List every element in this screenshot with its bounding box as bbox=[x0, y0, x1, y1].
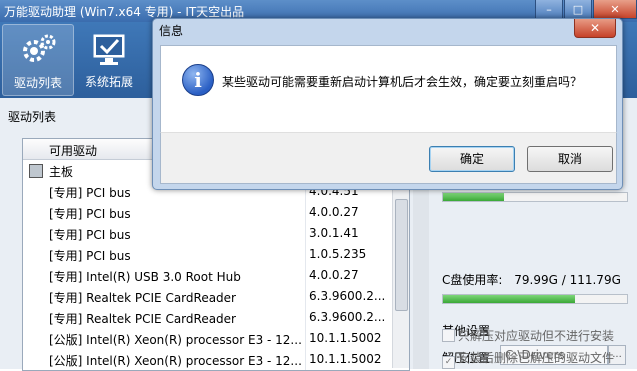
minimize-button[interactable]: – bbox=[535, 0, 563, 19]
dialog-close-button[interactable]: ✕ bbox=[574, 19, 616, 38]
column-separator bbox=[305, 244, 306, 265]
table-row[interactable]: [专用] PCI bus 4.0.0.27 bbox=[23, 202, 403, 223]
disk-usage-fill bbox=[443, 295, 576, 303]
column-separator bbox=[305, 265, 306, 286]
column-available-drivers: 可用驱动 bbox=[49, 144, 98, 158]
dialog-body: i 某些驱动可能需要重新启动计算机后才会生效，确定要立刻重启吗？ bbox=[160, 45, 617, 133]
driver-version: 3.0.1.41 bbox=[309, 226, 359, 240]
cancel-button[interactable]: 取消 bbox=[527, 146, 613, 172]
table-row[interactable]: [专用] Intel(R) USB 3.0 Root Hub 4.0.0.27 bbox=[23, 265, 403, 286]
option-extract-only-label: 只解压对应驱动但不进行安装 bbox=[458, 329, 615, 343]
disk-usage-value: 79.99G / 111.79G bbox=[514, 273, 621, 287]
driver-version: 4.0.0.27 bbox=[309, 205, 359, 219]
column-separator bbox=[305, 328, 306, 349]
dialog-footer: 确定 取消 bbox=[160, 132, 617, 184]
toolbar-system-extend[interactable]: 系统拓展 bbox=[74, 24, 144, 94]
scrollbar-thumb[interactable] bbox=[395, 199, 408, 311]
usage-progress-bar bbox=[442, 192, 628, 202]
group-toggle-icon[interactable] bbox=[29, 164, 43, 178]
column-separator bbox=[305, 223, 306, 244]
disk-usage: C盘使用率: 79.99G / 111.79G bbox=[442, 271, 621, 288]
table-row[interactable]: [专用] Realtek PCIE CardReader 6.3.9600.2..… bbox=[23, 307, 403, 328]
driver-name: [专用] Intel(R) USB 3.0 Root Hub bbox=[49, 270, 241, 284]
toolbar-system-extend-label: 系统拓展 bbox=[84, 75, 133, 89]
gear-icon bbox=[23, 34, 56, 62]
checkbox-delete-after[interactable]: ✓ bbox=[442, 356, 455, 369]
driver-name: [专用] PCI bus bbox=[49, 249, 131, 263]
table-row[interactable]: [公版] Intel(R) Xeon(R) processor E3 - 12.… bbox=[23, 328, 403, 349]
disk-usage-bar bbox=[442, 294, 628, 304]
section-title: 驱动列表 bbox=[8, 110, 57, 124]
column-separator bbox=[305, 349, 306, 370]
driver-name: [专用] Realtek PCIE CardReader bbox=[49, 291, 236, 305]
table-row[interactable]: [专用] PCI bus 3.0.1.41 bbox=[23, 223, 403, 244]
driver-version: 6.3.9600.2... bbox=[309, 310, 386, 324]
table-row[interactable]: [专用] Realtek PCIE CardReader 6.3.9600.2..… bbox=[23, 286, 403, 307]
info-icon: i bbox=[182, 64, 214, 96]
column-separator bbox=[305, 286, 306, 307]
driver-version: 6.3.9600.2... bbox=[309, 289, 386, 303]
table-row[interactable]: [公版] Intel(R) Xeon(R) processor E3 - 12.… bbox=[23, 349, 403, 370]
driver-version: 1.0.5.235 bbox=[309, 247, 367, 261]
dialog-message: 某些驱动可能需要重新启动计算机后才会生效，确定要立刻重启吗？ bbox=[222, 75, 583, 89]
toolbar-driver-list[interactable]: 驱动列表 bbox=[2, 24, 74, 96]
driver-version: 4.0.0.27 bbox=[309, 268, 359, 282]
driver-version: 10.1.1.5002 bbox=[309, 352, 382, 366]
table-row[interactable]: [专用] PCI bus 1.0.5.235 bbox=[23, 244, 403, 265]
option-delete-after-label: 安装后删除已解压的驱动文件 bbox=[458, 351, 615, 365]
option-delete-after[interactable]: ✓ 安装后删除已解压的驱动文件 bbox=[442, 349, 614, 369]
option-extract-only[interactable]: 只解压对应驱动但不进行安装 bbox=[442, 327, 614, 344]
column-separator bbox=[305, 202, 306, 223]
driver-version: 10.1.1.5002 bbox=[309, 331, 382, 345]
column-separator bbox=[305, 307, 306, 328]
usage-progress-fill bbox=[443, 193, 504, 201]
driver-name: [专用] Realtek PCIE CardReader bbox=[49, 312, 236, 326]
driver-name: [专用] PCI bus bbox=[49, 228, 131, 242]
toolbar-driver-list-label: 驱动列表 bbox=[13, 76, 62, 90]
monitor-check-icon bbox=[93, 34, 125, 65]
ok-button[interactable]: 确定 bbox=[429, 146, 515, 172]
close-button[interactable]: ✕ bbox=[593, 0, 637, 19]
checkbox-extract-only[interactable] bbox=[442, 329, 455, 342]
dialog-title: 信息 bbox=[159, 24, 184, 38]
disk-usage-label: C盘使用率: bbox=[442, 273, 503, 287]
window-controls: – □ ✕ bbox=[534, 0, 637, 20]
maximize-button[interactable]: □ bbox=[564, 0, 592, 19]
driver-name: [公版] Intel(R) Xeon(R) processor E3 - 12.… bbox=[49, 354, 302, 368]
driver-name: [公版] Intel(R) Xeon(R) processor E3 - 12.… bbox=[49, 333, 302, 347]
driver-name: [专用] PCI bus bbox=[49, 207, 131, 221]
info-dialog: 信息 ✕ i 某些驱动可能需要重新启动计算机后才会生效，确定要立刻重启吗？ 确定… bbox=[152, 18, 623, 190]
